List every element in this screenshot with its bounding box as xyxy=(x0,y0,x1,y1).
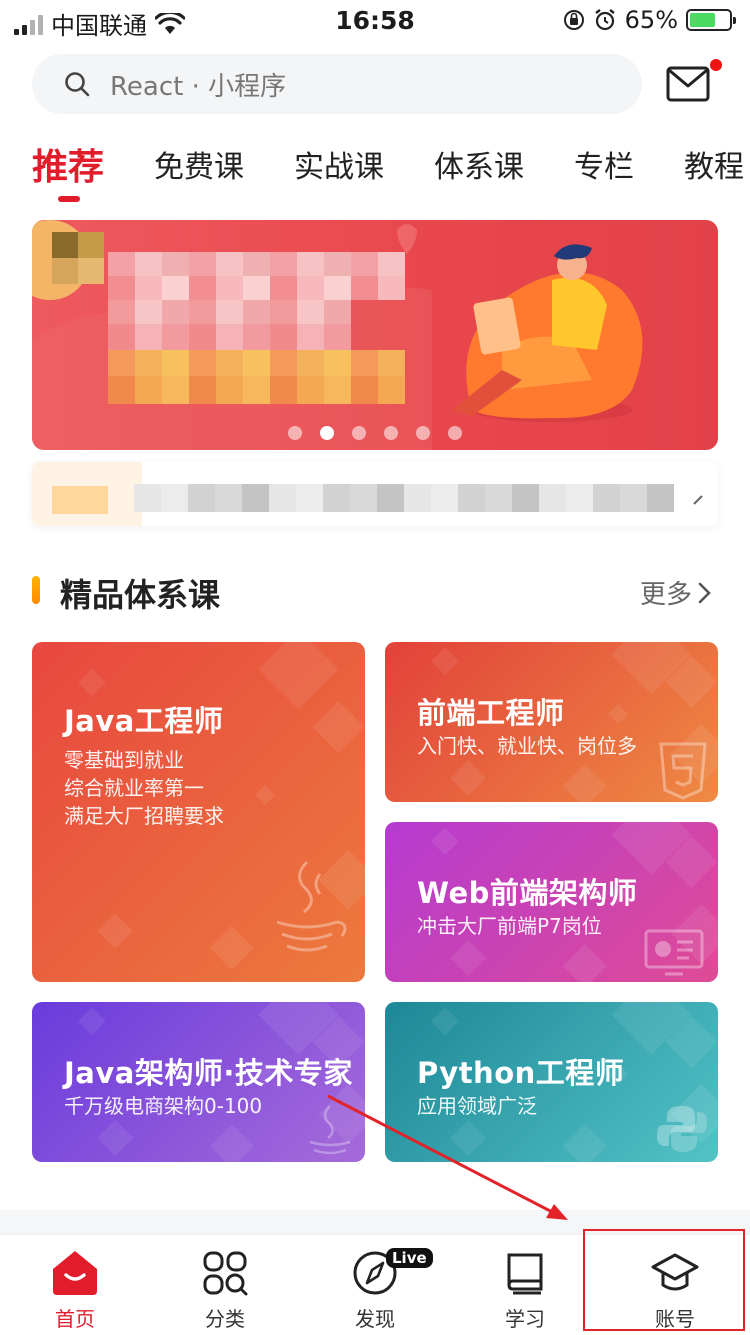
nav-label: 发现 xyxy=(355,1307,395,1331)
home-icon xyxy=(53,1251,97,1295)
annotation-highlight-box xyxy=(583,1229,745,1331)
nav-label: 学习 xyxy=(505,1307,545,1331)
book-icon xyxy=(507,1253,543,1295)
live-badge: Live xyxy=(386,1248,433,1268)
grid-icon xyxy=(203,1251,248,1296)
nav-home[interactable]: 首页 xyxy=(0,1235,150,1335)
nav-study[interactable]: 学习 xyxy=(450,1235,600,1335)
nav-label: 首页 xyxy=(55,1307,95,1331)
nav-label: 分类 xyxy=(205,1307,245,1331)
nav-category[interactable]: 分类 xyxy=(150,1235,300,1335)
annotation-arrow xyxy=(327,1094,568,1220)
